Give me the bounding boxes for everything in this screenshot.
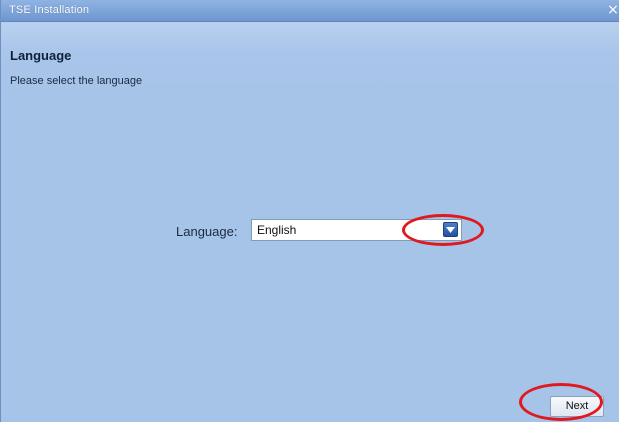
title-bar[interactable]: TSE Installation × xyxy=(1,0,619,22)
chevron-down-icon xyxy=(446,227,455,233)
language-select[interactable]: English xyxy=(251,219,462,241)
close-icon[interactable]: × xyxy=(607,1,619,19)
language-selected-value: English xyxy=(257,223,297,237)
page-title: Language xyxy=(10,48,72,63)
page-subtitle: Please select the language xyxy=(10,75,143,87)
next-button[interactable]: Next xyxy=(550,396,604,417)
window-title: TSE Installation xyxy=(9,4,90,16)
language-label: Language: xyxy=(176,224,238,239)
installer-window: TSE Installation × Language Please selec… xyxy=(0,0,619,422)
language-dropdown-button[interactable] xyxy=(443,222,458,237)
